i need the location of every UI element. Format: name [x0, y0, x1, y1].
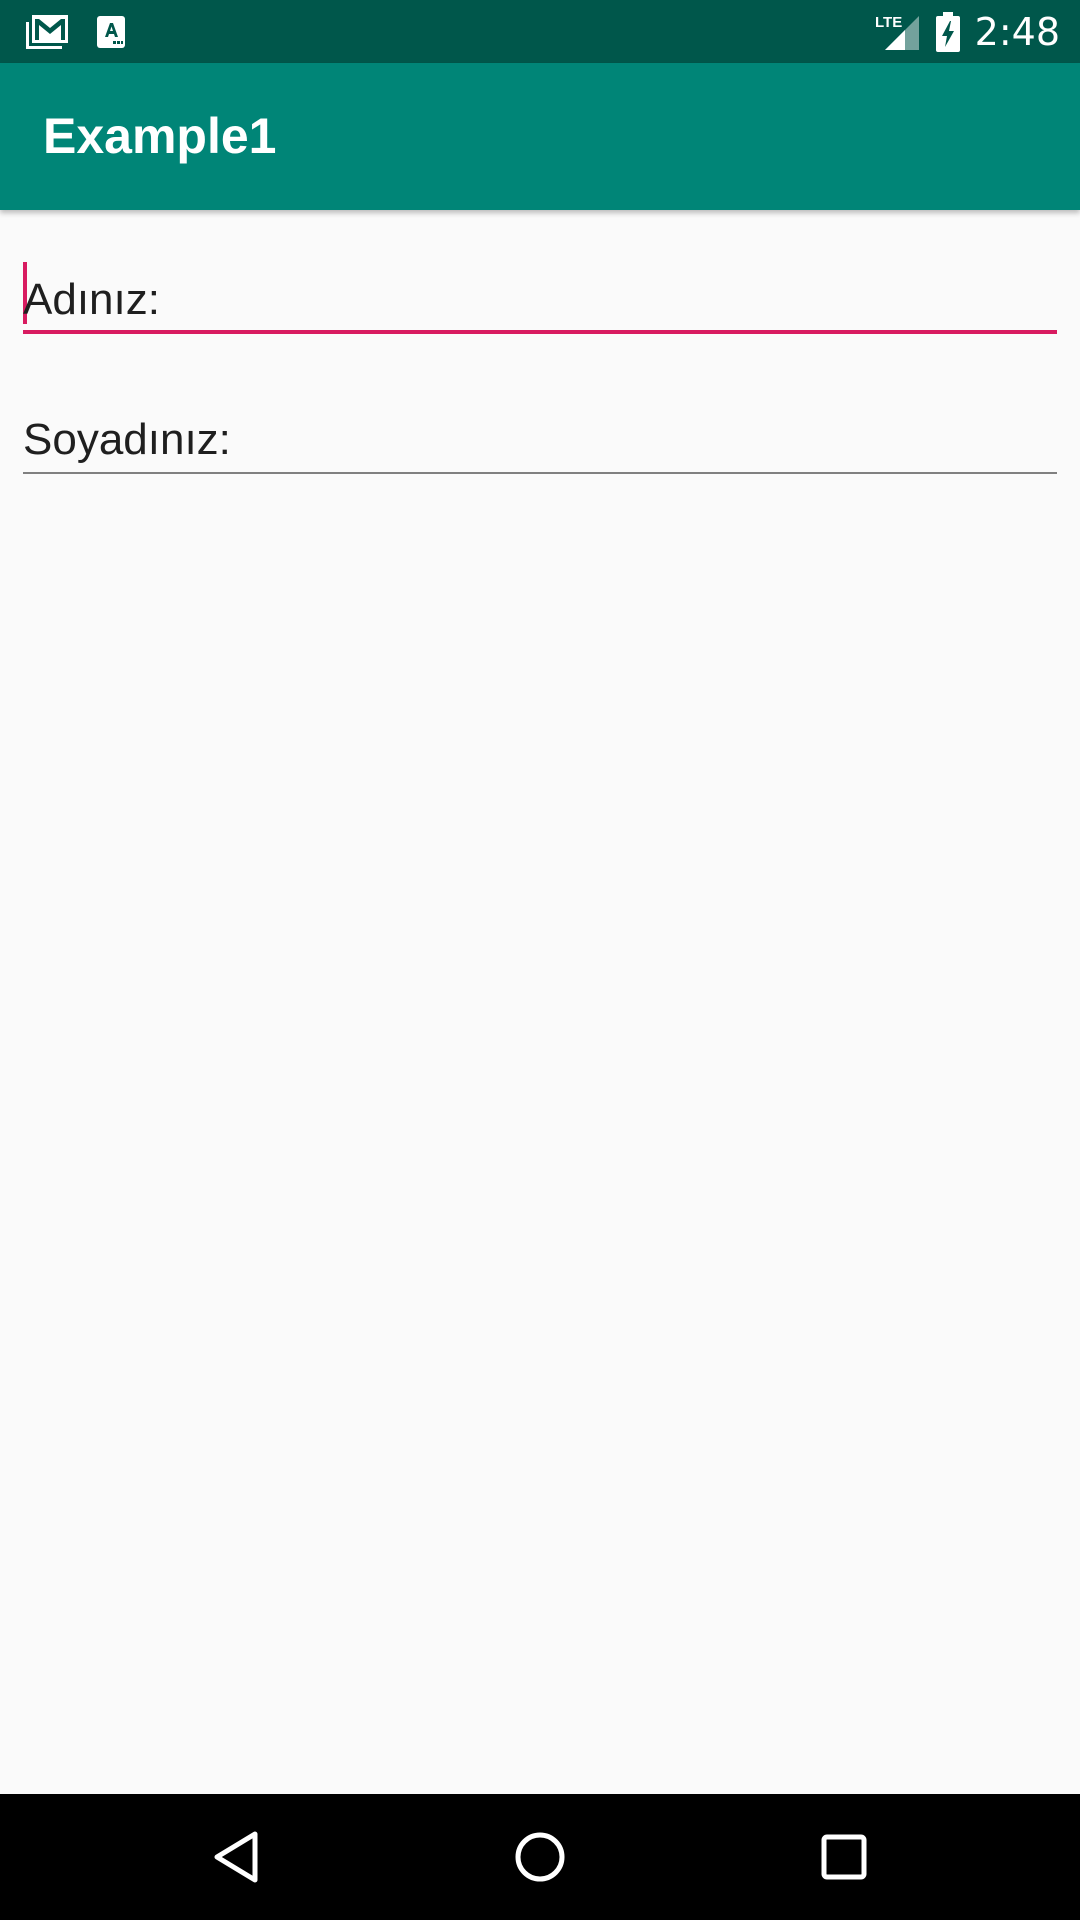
gmail-icon — [24, 13, 70, 51]
svg-text:LTE: LTE — [875, 14, 902, 31]
navigation-bar — [0, 1794, 1080, 1920]
status-bar: LTE 2:48 — [0, 0, 1080, 63]
app-notification-icon — [96, 15, 126, 49]
recents-icon — [819, 1832, 869, 1882]
app-title: Example1 — [43, 108, 277, 164]
battery-charging-icon — [935, 11, 961, 52]
status-time: 2:48 — [974, 9, 1060, 54]
back-icon — [211, 1830, 261, 1884]
first-name-underline — [23, 330, 1057, 334]
lte-signal-icon: LTE — [875, 12, 921, 52]
content: Adınız: Soyadınız: — [0, 210, 1080, 1794]
home-icon — [513, 1830, 567, 1884]
first-name-text: Adınız: — [23, 275, 160, 324]
last-name-underline — [23, 472, 1057, 474]
first-name-field[interactable]: Adınız: — [23, 262, 1057, 334]
screen: LTE 2:48 Example1 Adınız: Soyadınız: — [0, 0, 1080, 1920]
last-name-text: Soyadınız: — [23, 415, 231, 464]
back-button[interactable] — [176, 1794, 296, 1920]
recents-button[interactable] — [784, 1794, 904, 1920]
status-bar-system: LTE 2:48 — [875, 0, 1060, 63]
status-bar-notifications — [24, 0, 126, 63]
last-name-field[interactable]: Soyadınız: — [23, 404, 1057, 474]
home-button[interactable] — [480, 1794, 600, 1920]
app-bar: Example1 — [0, 63, 1080, 210]
